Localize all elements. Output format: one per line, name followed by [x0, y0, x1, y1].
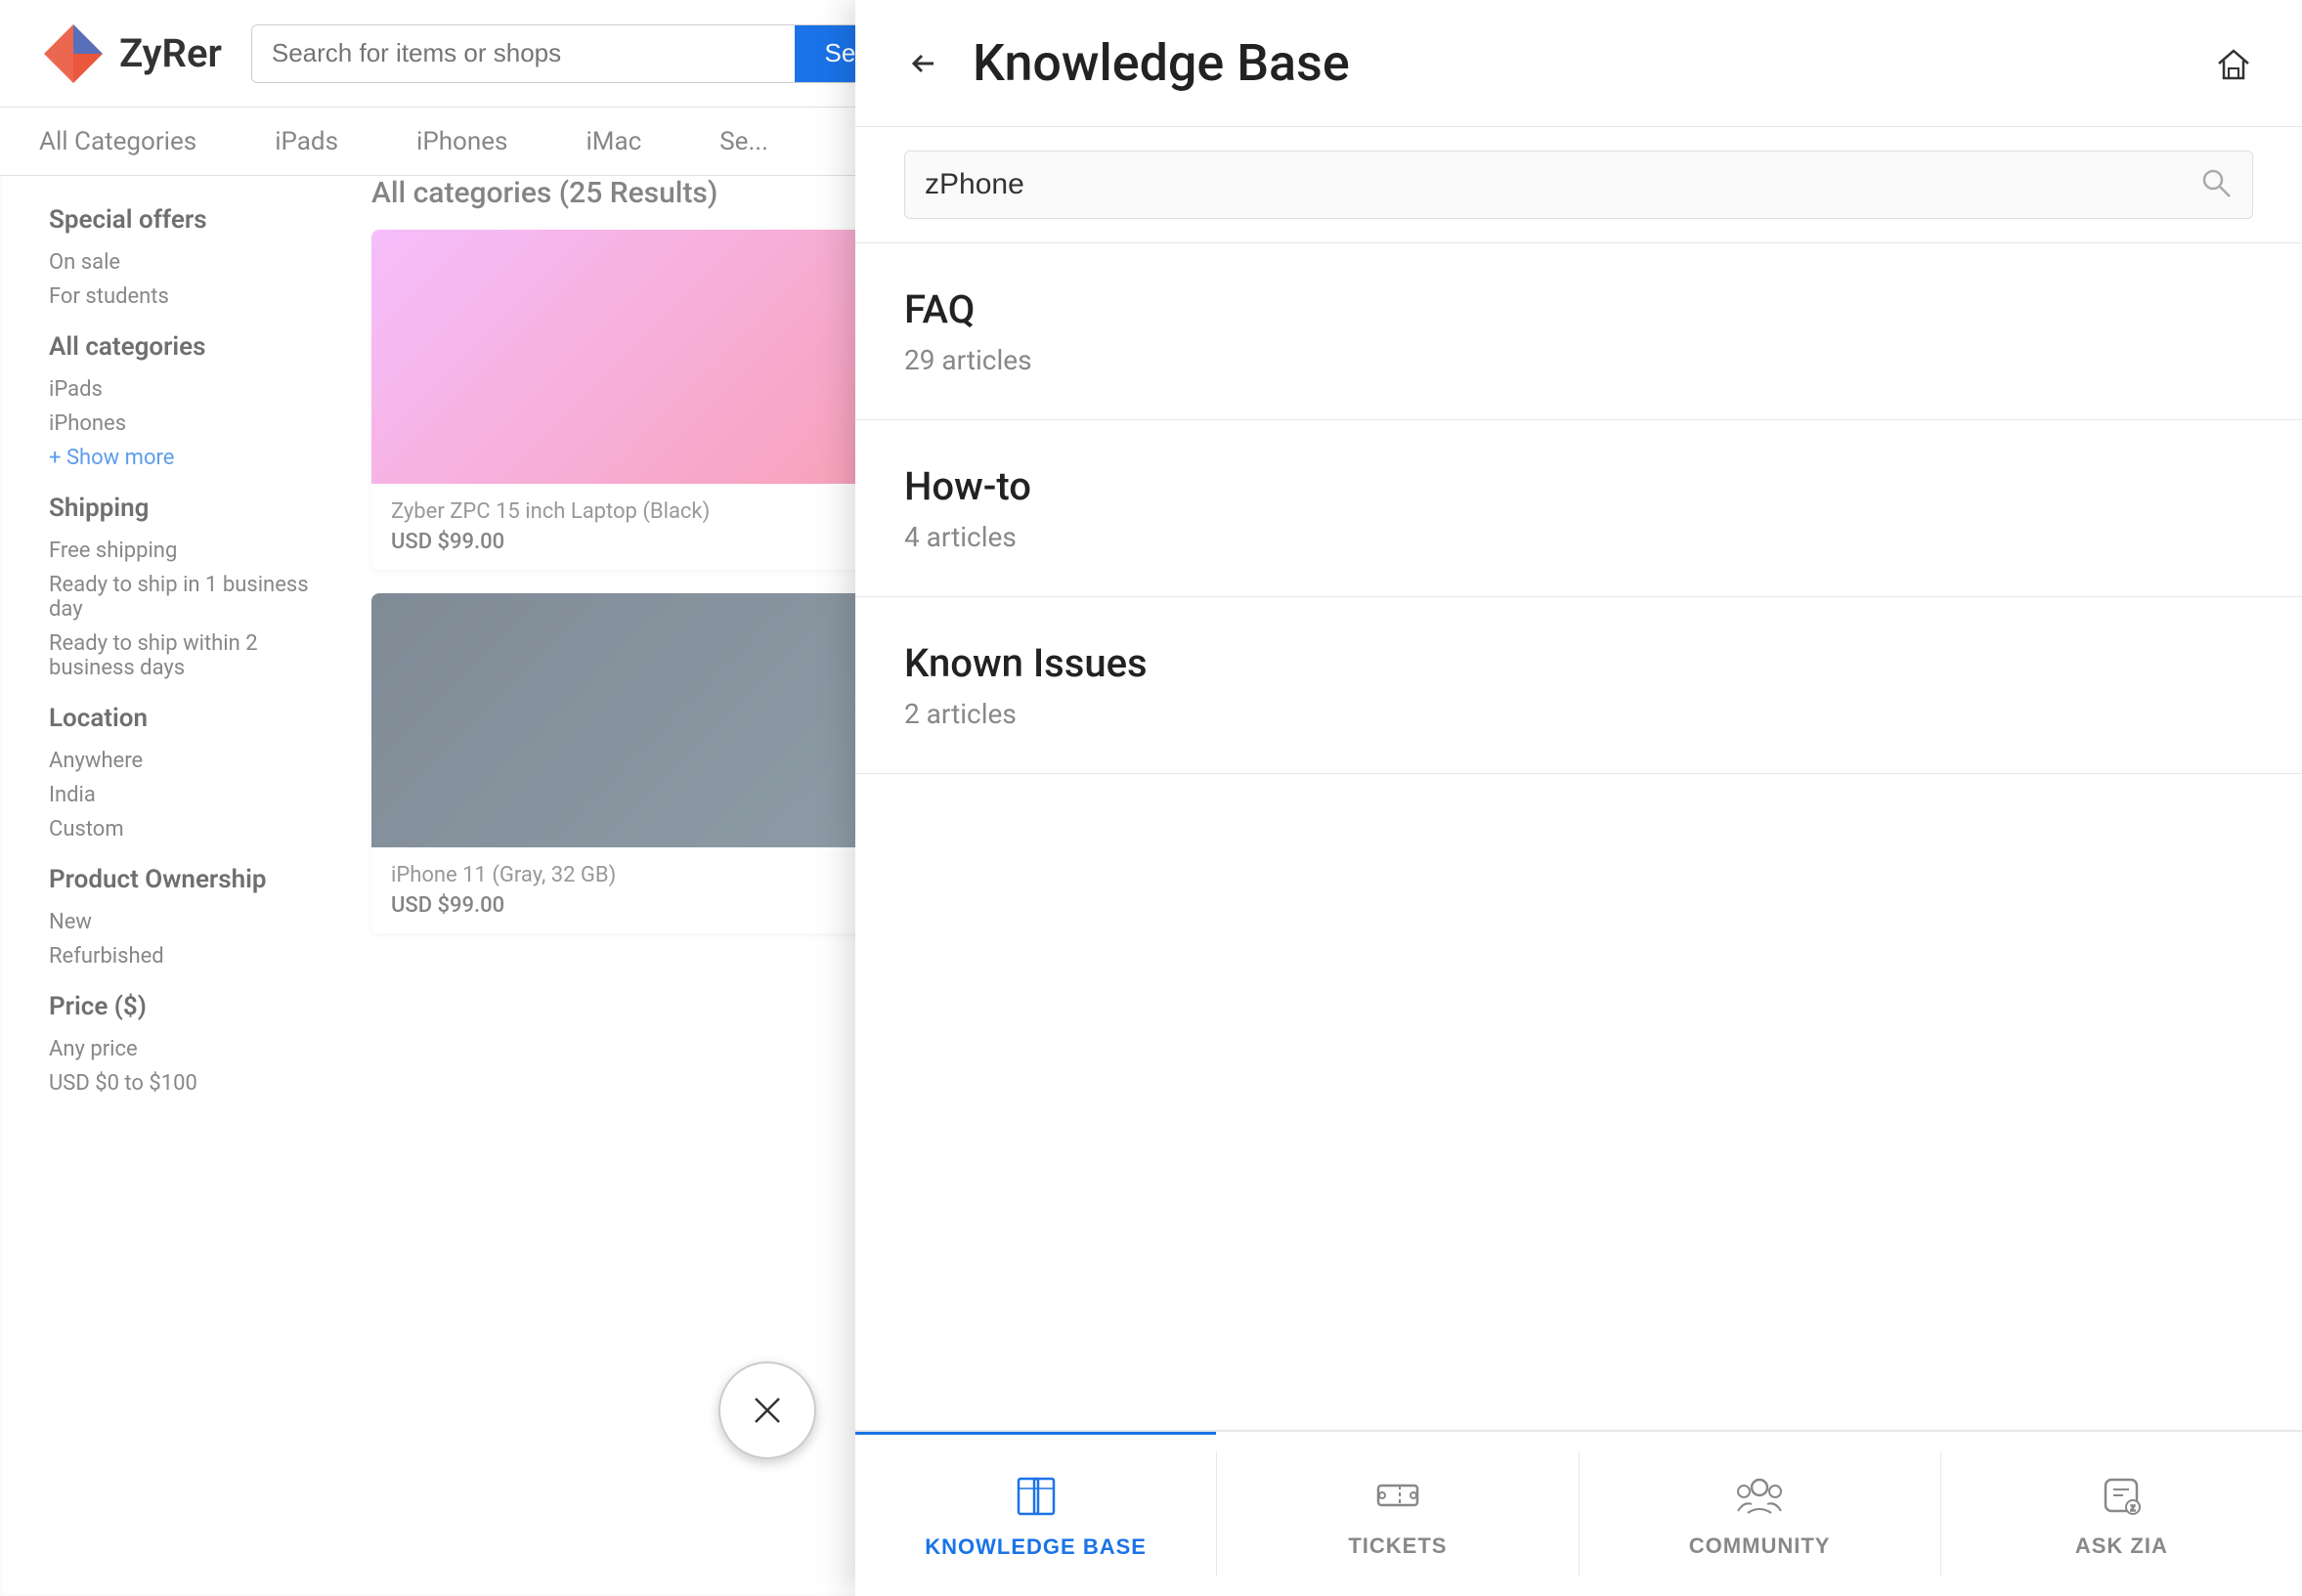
kb-home-button[interactable]	[2214, 44, 2253, 83]
kb-category-howto-name: How-to	[904, 463, 2253, 509]
kb-category-howto-count: 4 articles	[904, 521, 2253, 553]
kb-bottom-nav: KNOWLEDGE BASE TICKETS	[855, 1430, 2302, 1596]
store-search-input[interactable]	[252, 25, 796, 82]
price-title: Price ($)	[49, 992, 323, 1021]
ticket-icon	[1372, 1470, 1423, 1524]
refurbished-item: Refurbished	[49, 944, 323, 969]
on-sale-item: On sale	[49, 250, 323, 275]
ownership-title: Product Ownership	[49, 865, 323, 894]
sidebar-ipads: iPads	[49, 377, 323, 402]
kb-back-button[interactable]	[904, 44, 943, 83]
store-logo-text: ZyRer	[119, 30, 222, 76]
custom: Custom	[49, 817, 323, 841]
kb-categories-list: FAQ 29 articles How-to 4 articles Known …	[855, 243, 2302, 1430]
store-logo: ZyRer	[39, 20, 222, 88]
store-search-bar: Search	[251, 24, 935, 83]
kb-search-input[interactable]	[925, 168, 2199, 201]
nav-ask-zia-label: ASK ZIA	[2075, 1533, 2168, 1559]
price-range: USD $0 to $100	[49, 1071, 323, 1096]
free-shipping: Free shipping	[49, 539, 323, 563]
nav-ask-zia[interactable]: Z ASK ZIA	[1941, 1432, 2302, 1596]
kb-category-known-issues[interactable]: Known Issues 2 articles	[855, 597, 2302, 774]
kb-category-faq[interactable]: FAQ 29 articles	[855, 243, 2302, 420]
nav-knowledge-base[interactable]: KNOWLEDGE BASE	[855, 1432, 1216, 1596]
kb-category-faq-name: FAQ	[904, 286, 2253, 332]
nav-tickets[interactable]: TICKETS	[1217, 1432, 1578, 1596]
shipping-title: Shipping	[49, 494, 323, 523]
nav-tickets-label: TICKETS	[1348, 1533, 1447, 1559]
kb-header: Knowledge Base	[855, 0, 2302, 127]
for-students-item: For students	[49, 284, 323, 309]
kb-search-box	[904, 151, 2253, 219]
kb-category-faq-count: 29 articles	[904, 344, 2253, 376]
logo-icon	[39, 20, 108, 88]
kb-category-known-issues-count: 2 articles	[904, 698, 2253, 730]
svg-text:Z: Z	[2131, 1504, 2136, 1513]
nav-community[interactable]: COMMUNITY	[1580, 1432, 1940, 1596]
sidebar-iphones: iPhones	[49, 411, 323, 436]
anywhere: Anywhere	[49, 749, 323, 773]
back-arrow-icon	[904, 44, 943, 83]
zia-icon: Z	[2096, 1470, 2147, 1524]
all-categories-title: All categories	[49, 332, 323, 362]
nav-knowledge-base-label: KNOWLEDGE BASE	[925, 1534, 1147, 1560]
store-sidebar: Special offers On sale For students All …	[20, 176, 352, 1135]
cat-se: Se...	[719, 127, 768, 156]
india: India	[49, 783, 323, 807]
community-icon	[1734, 1470, 1785, 1524]
home-icon	[2214, 44, 2253, 83]
ship-2day: Ready to ship within 2 business days	[49, 631, 323, 680]
ship-1day: Ready to ship in 1 business day	[49, 573, 323, 622]
kb-category-howto[interactable]: How-to 4 articles	[855, 420, 2302, 597]
special-offers-title: Special offers	[49, 205, 323, 235]
close-icon	[744, 1387, 791, 1434]
kb-category-known-issues-name: Known Issues	[904, 640, 2253, 686]
book-icon	[1011, 1471, 1062, 1525]
knowledge-base-panel: Knowledge Base FAQ 29 articles	[855, 0, 2302, 1596]
cat-imac: iMac	[586, 127, 641, 156]
kb-panel-title: Knowledge Base	[973, 33, 1350, 93]
any-price: Any price	[49, 1037, 323, 1061]
nav-community-label: COMMUNITY	[1689, 1533, 1831, 1559]
cat-iphones: iPhones	[416, 127, 507, 156]
show-more-link[interactable]: + Show more	[49, 446, 323, 470]
close-button[interactable]	[718, 1361, 816, 1459]
new-item: New	[49, 910, 323, 934]
kb-header-left: Knowledge Base	[904, 33, 1350, 93]
kb-search-icon	[2199, 166, 2233, 203]
cat-all: All Categories	[39, 127, 196, 156]
kb-search-container	[855, 127, 2302, 243]
location-title: Location	[49, 704, 323, 733]
cat-ipads: iPads	[275, 127, 338, 156]
